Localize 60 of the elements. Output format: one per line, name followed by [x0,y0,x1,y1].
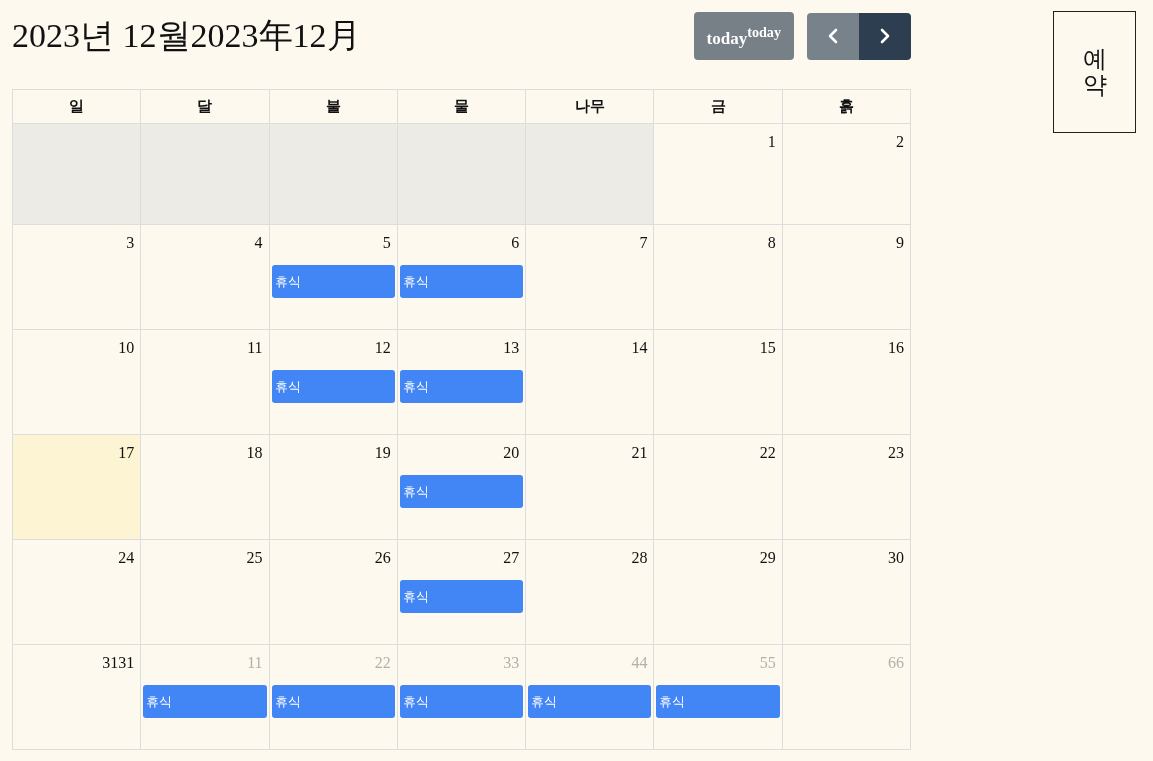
day-number: 21 [631,443,648,463]
event-chip[interactable]: 휴식 [399,685,524,718]
weekday-header: 흙 [782,89,911,124]
chevron-left-icon [828,28,838,44]
day-number: 28 [631,548,648,568]
day-number: 6 [511,233,520,253]
day-number: 4 [254,233,263,253]
day-number: 23 [888,443,904,463]
day-number: 55 [759,653,776,673]
day-number: 20 [503,443,520,463]
day-number: 12 [374,338,391,358]
day-number: 14 [631,338,648,358]
day-number: 2 [896,132,904,152]
day-number: 3 [126,233,135,253]
day-number: 3131 [102,653,135,673]
weekday-header: 일 [12,89,141,124]
day-number: 24 [118,548,135,568]
day-number: 9 [896,233,904,253]
weekday-header: 나무 [525,89,654,124]
day-number: 22 [759,443,776,463]
day-number: 19 [374,443,391,463]
event-chip[interactable]: 휴식 [271,370,395,403]
event-chip[interactable]: 휴식 [399,370,524,403]
weekday-header: 물 [397,89,526,124]
day-number: 66 [888,653,904,673]
day-number: 8 [767,233,776,253]
weekday-header: 불 [269,89,398,124]
day-number: 33 [503,653,520,673]
day-number: 27 [503,548,520,568]
day-number: 13 [503,338,520,358]
event-chip[interactable]: 휴식 [399,265,524,298]
event-chip[interactable]: 휴식 [528,685,652,718]
day-number: 26 [374,548,391,568]
day-number: 11 [247,338,263,358]
event-chip[interactable]: 휴식 [271,685,395,718]
day-number: 7 [639,233,648,253]
day-number: 18 [246,443,263,463]
weekday-header: 금 [653,89,783,124]
day-number: 11 [247,653,263,673]
day-number: 44 [631,653,648,673]
day-number: 25 [246,548,263,568]
next-button[interactable] [859,12,911,60]
event-chip[interactable]: 휴식 [656,685,780,718]
day-number: 22 [374,653,391,673]
calendar-title: 2023년 12월2023年12月 [12,16,361,56]
reserve-button[interactable]: 예약 [1053,11,1136,133]
day-number: 5 [382,233,391,253]
day-number: 1 [767,132,776,152]
day-number: 30 [888,548,904,568]
day-number: 10 [118,338,135,358]
weekday-header: 달 [140,89,270,124]
event-chip[interactable]: 휴식 [399,475,524,508]
day-number: 29 [759,548,776,568]
event-chip[interactable]: 휴식 [399,580,524,613]
day-number: 17 [118,443,135,463]
chevron-right-icon [880,28,890,44]
day-number: 15 [759,338,776,358]
event-chip[interactable]: 휴식 [143,685,267,718]
event-chip[interactable]: 휴식 [271,265,395,298]
day-number: 16 [888,338,904,358]
